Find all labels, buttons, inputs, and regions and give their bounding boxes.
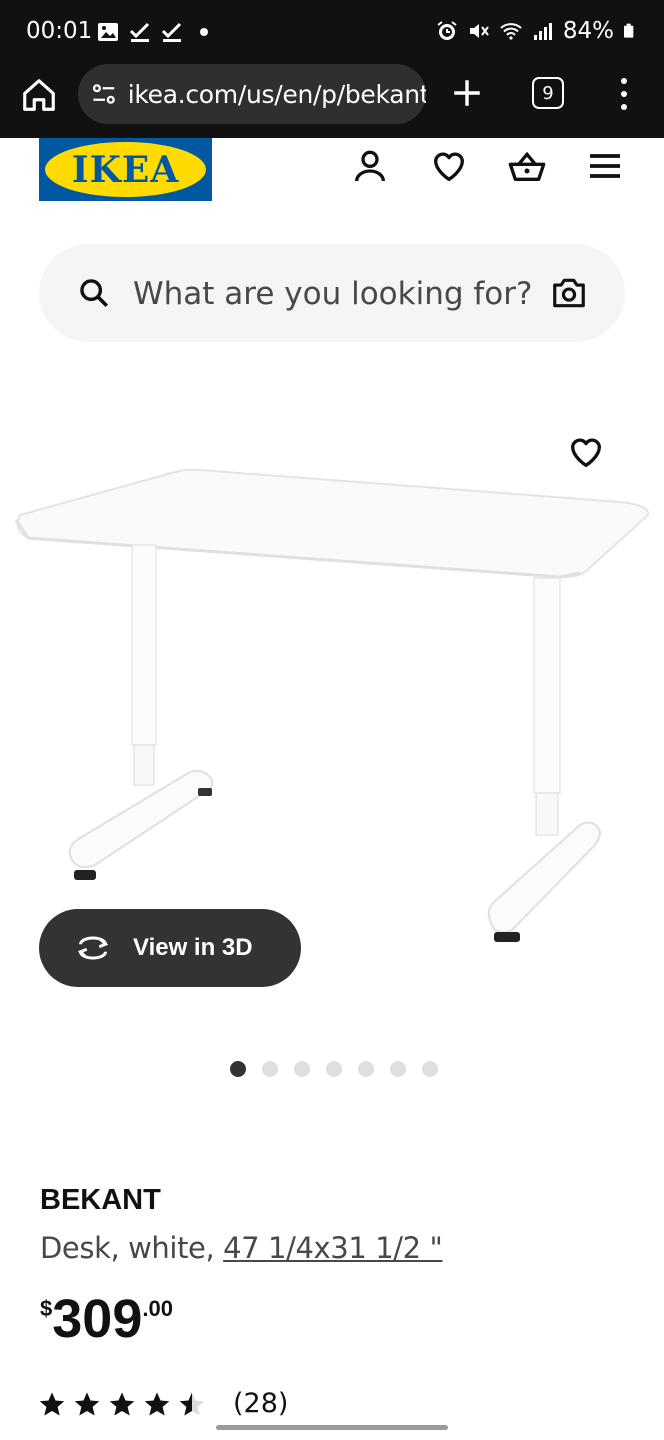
heart-icon[interactable] bbox=[429, 146, 469, 186]
ikea-logo[interactable]: IKEA bbox=[39, 138, 212, 201]
wifi-icon bbox=[500, 23, 522, 40]
star-full-icon bbox=[39, 1391, 65, 1416]
battery-percent: 84% bbox=[562, 18, 614, 44]
gallery-dot[interactable] bbox=[422, 1061, 438, 1077]
camera-icon[interactable] bbox=[549, 274, 589, 312]
view-in-3d-label: View in 3D bbox=[133, 934, 253, 961]
price-decimal: .00 bbox=[142, 1296, 173, 1321]
gallery-dot[interactable] bbox=[326, 1061, 342, 1077]
system-icons: 84% bbox=[435, 18, 638, 44]
product-name: BEKANT bbox=[40, 1184, 161, 1216]
more-menu-icon[interactable] bbox=[614, 78, 634, 110]
gallery-dot[interactable] bbox=[262, 1061, 278, 1077]
home-icon[interactable] bbox=[20, 76, 58, 114]
star-full-icon bbox=[109, 1391, 135, 1416]
gallery-dot-active[interactable] bbox=[230, 1061, 246, 1077]
notification-icons bbox=[96, 20, 216, 44]
logo-text: IKEA bbox=[71, 148, 180, 191]
basket-icon[interactable] bbox=[507, 146, 547, 186]
gesture-handle[interactable] bbox=[216, 1425, 448, 1430]
search-bar[interactable] bbox=[39, 244, 625, 342]
menu-icon[interactable] bbox=[585, 146, 625, 186]
alarm-icon bbox=[437, 21, 457, 40]
search-icon[interactable] bbox=[77, 276, 111, 310]
search-input[interactable] bbox=[133, 272, 533, 316]
new-tab-icon[interactable] bbox=[450, 76, 484, 110]
review-count[interactable]: (28) bbox=[233, 1388, 288, 1419]
product-rating[interactable]: (28) bbox=[38, 1388, 288, 1419]
gallery-dot[interactable] bbox=[294, 1061, 310, 1077]
signal-icon bbox=[533, 23, 552, 40]
dot-icon bbox=[200, 28, 208, 36]
product-description: Desk, white, 47 1/4x31 1/2 " bbox=[40, 1231, 443, 1265]
account-icon[interactable] bbox=[350, 146, 390, 186]
price-currency: $ bbox=[40, 1296, 53, 1321]
product-type: Desk, white, bbox=[40, 1231, 224, 1265]
favourite-icon[interactable] bbox=[566, 432, 606, 472]
measurement-link[interactable]: 47 1/4x31 1/2 " bbox=[223, 1231, 443, 1265]
gallery-pagination bbox=[230, 1061, 438, 1077]
star-full-icon bbox=[74, 1391, 100, 1416]
check-icon bbox=[129, 22, 150, 42]
star-half-icon bbox=[179, 1391, 205, 1416]
gallery-icon bbox=[98, 23, 118, 41]
status-bar: 00:01 84% bbox=[0, 0, 664, 64]
price-integer: 309 bbox=[52, 1289, 143, 1349]
mute-icon bbox=[469, 24, 489, 38]
url-text: ikea.com/us/en/p/bekant bbox=[127, 79, 426, 109]
product-price: $ 309 .00 bbox=[40, 1290, 173, 1348]
rotate-3d-icon bbox=[77, 936, 109, 960]
site-settings-icon[interactable] bbox=[90, 80, 118, 108]
gallery-dot[interactable] bbox=[390, 1061, 406, 1077]
status-time: 00:01 bbox=[26, 18, 93, 44]
url-bar[interactable]: ikea.com/us/en/p/bekant bbox=[78, 64, 426, 124]
gallery-dot[interactable] bbox=[358, 1061, 374, 1077]
browser-toolbar: ikea.com/us/en/p/bekant 9 bbox=[0, 64, 664, 138]
star-full-icon bbox=[144, 1391, 170, 1416]
tab-switcher-button[interactable]: 9 bbox=[532, 77, 564, 109]
check-icon bbox=[161, 22, 182, 42]
battery-icon bbox=[624, 23, 634, 38]
view-in-3d-button[interactable]: View in 3D bbox=[39, 909, 301, 987]
